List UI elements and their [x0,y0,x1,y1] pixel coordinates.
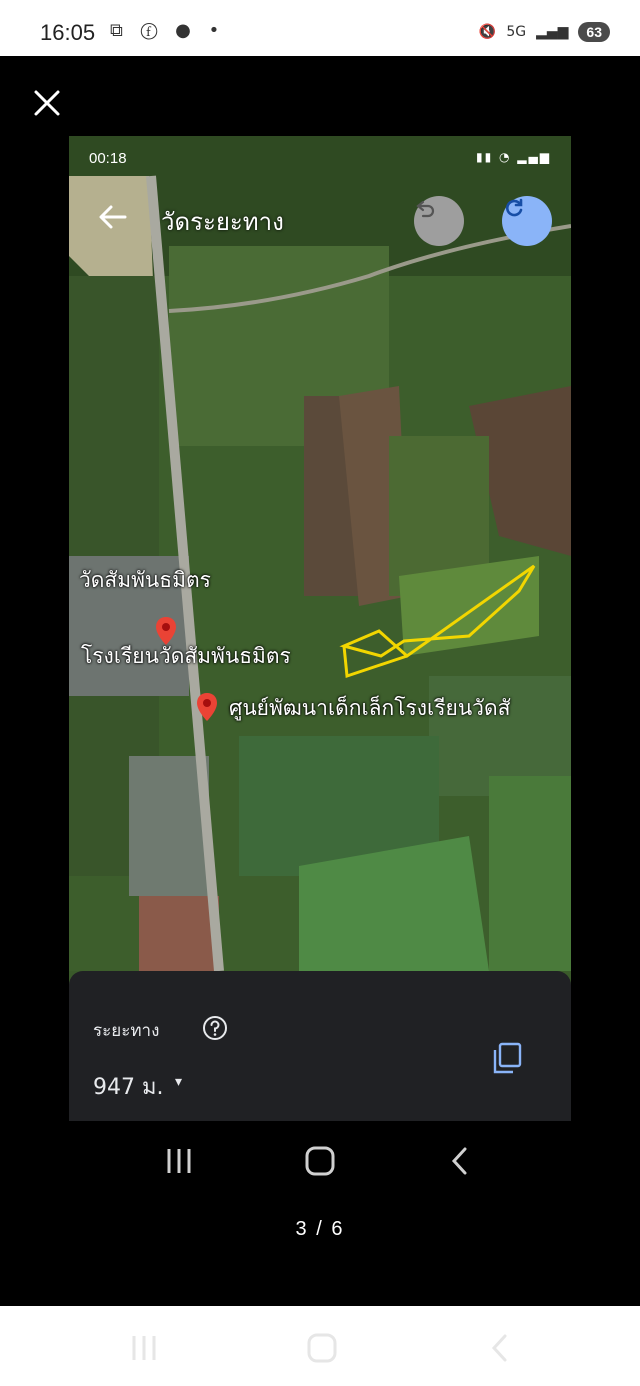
satellite-map[interactable]: 00:18 ▮▮ ◔ ▂▄▆ วัดระยะทาง วัดสัมพันธมิตร… [69,136,571,971]
image-viewer: 00:18 ▮▮ ◔ ▂▄▆ วัดระยะทาง วัดสัมพันธมิตร… [0,56,640,1306]
redo-button[interactable] [502,196,552,246]
map-label-temple[interactable]: วัดสัมพันธมิตร [79,564,211,597]
help-icon[interactable] [202,1015,228,1041]
distance-label: ระยะทาง [93,1021,160,1041]
inner-status-icons: ▮▮ ◔ ▂▄▆ [476,150,551,164]
chat-icon: ● [175,20,197,41]
undo-icon [416,200,435,218]
recent-apps-icon[interactable] [159,1143,199,1179]
home-icon[interactable] [302,1330,342,1366]
facebook-icon: ⓕ [140,20,164,41]
status-time: 16:05 [40,20,96,45]
page-title: วัดระยะทาง [161,208,284,236]
copy-icon[interactable] [491,1041,523,1075]
back-icon[interactable] [481,1330,521,1366]
map-label-childcare[interactable]: ศูนย์พัฒนาเด็กเล็กโรงเรียนวัดสั [229,692,510,725]
back-arrow-icon[interactable] [97,202,129,232]
home-icon[interactable] [300,1143,340,1179]
signal-icon: ▂▄▆ [536,24,569,40]
map-label-school[interactable]: โรงเรียนวัดสัมพันธมิตร [81,640,291,673]
status-app-icons: ⧉ ⓕ ● • [110,20,225,41]
image-counter: 3 / 6 [295,1218,345,1240]
unit-dropdown-caret-icon[interactable]: ▾ [175,1074,182,1090]
battery-icon: 63 [578,22,610,42]
mute-icon: 🔇 [478,24,497,40]
notification-dot-icon: • [208,20,226,41]
status-system-icons: 🔇 5G ▂▄▆ 63 [479,22,610,42]
system-navigation-bar [0,1306,640,1386]
back-icon[interactable] [441,1143,481,1179]
inner-navigation-bar [69,1121,571,1201]
distance-value[interactable]: 947 ม. [93,1069,163,1104]
screenshot-icon: ⧉ [110,20,129,41]
viewed-screenshot: 00:18 ▮▮ ◔ ▂▄▆ วัดระยะทาง วัดสัมพันธมิตร… [69,136,571,1121]
satellite-imagery [69,136,571,971]
redo-icon [506,198,523,217]
status-bar: 16:05 ⧉ ⓕ ● • 🔇 5G ▂▄▆ 63 [0,0,640,56]
map-pin-icon[interactable] [196,692,218,722]
recent-apps-icon[interactable] [124,1330,164,1366]
inner-status-time: 00:18 [89,150,127,167]
close-icon[interactable] [30,86,64,120]
network-5g-icon: 5G [506,24,527,40]
measure-bottom-sheet: ระยะทาง 947 ม. ▾ [69,971,571,1121]
undo-button[interactable] [414,196,464,246]
